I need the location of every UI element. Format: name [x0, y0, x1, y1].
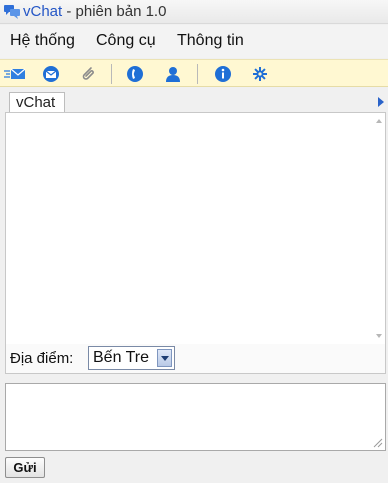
- scroll-up-arrow-icon[interactable]: [376, 119, 382, 123]
- scroll-down-arrow-icon[interactable]: [376, 334, 382, 338]
- tab-vchat[interactable]: vChat: [9, 92, 65, 114]
- settings-icon[interactable]: [251, 65, 269, 83]
- menu-system[interactable]: Hệ thống: [10, 32, 75, 50]
- menu-info[interactable]: Thông tin: [177, 32, 244, 50]
- location-select[interactable]: Bến Tre: [88, 346, 175, 370]
- contact-icon[interactable]: [164, 65, 182, 83]
- app-version: - phiên bản 1.0: [62, 3, 167, 20]
- window-title: vChat - phiên bản 1.0: [23, 3, 166, 20]
- location-selected-value: Bến Tre: [93, 349, 150, 366]
- email-icon[interactable]: [42, 65, 60, 83]
- chat-bubbles-icon: [4, 5, 20, 19]
- location-label: Địa điểm:: [10, 350, 74, 367]
- title-bar: vChat - phiên bản 1.0: [0, 0, 388, 24]
- tab-scroll-right-icon[interactable]: [378, 97, 384, 107]
- location-bar: Địa điểm: Bến Tre: [5, 344, 386, 374]
- menu-tools[interactable]: Công cụ: [96, 32, 156, 50]
- info-icon[interactable]: [214, 65, 232, 83]
- send-message-icon[interactable]: [4, 65, 26, 83]
- tab-strip: vChat: [0, 89, 388, 114]
- call-icon[interactable]: [126, 65, 144, 83]
- app-name: vChat: [23, 3, 63, 20]
- message-input[interactable]: [5, 383, 386, 451]
- toolbar: [0, 59, 388, 87]
- send-button[interactable]: Gửi: [5, 457, 45, 478]
- toolbar-divider: [111, 64, 112, 84]
- chat-history[interactable]: [5, 112, 386, 345]
- attachment-icon[interactable]: [79, 65, 97, 83]
- menu-bar: Hệ thống Công cụ Thông tin: [0, 25, 388, 58]
- chevron-down-icon[interactable]: [157, 349, 172, 367]
- toolbar-divider: [197, 64, 198, 84]
